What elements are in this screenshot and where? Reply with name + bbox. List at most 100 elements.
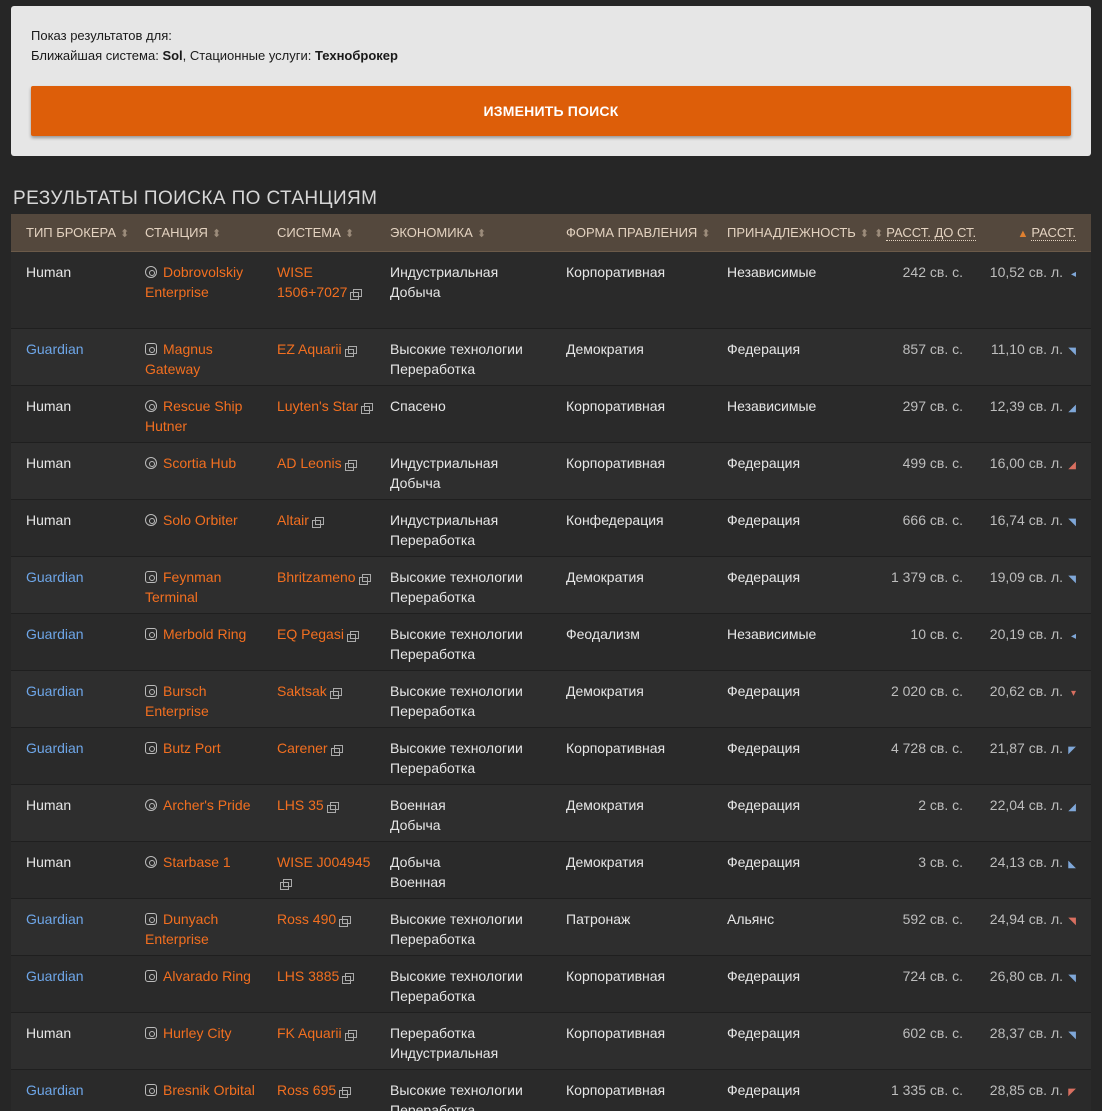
allegiance-cell: Федерация bbox=[727, 511, 801, 528]
col-header-economy[interactable]: ЭКОНОМИКА ⬍ bbox=[375, 214, 551, 252]
direction-icon: ◣ bbox=[1068, 858, 1076, 870]
table-row: Human Rescue Ship Hutner Luyten's Star Спас… bbox=[11, 385, 1091, 442]
station-link[interactable]: Starbase 1 bbox=[163, 854, 231, 870]
system-cell: FK Aquarii bbox=[262, 1012, 375, 1069]
dist-cell: 19,09 св. л. ◥ bbox=[978, 556, 1091, 613]
station-icon bbox=[145, 1083, 157, 1096]
copy-icon[interactable] bbox=[361, 402, 374, 414]
direction-icon: ◥ bbox=[1068, 345, 1076, 357]
station-link[interactable]: Merbold Ring bbox=[163, 626, 246, 642]
table-row: Guardian Dunyach Enterprise Ross 490 Высоки… bbox=[11, 898, 1091, 955]
system-link[interactable]: EQ Pegasi bbox=[277, 626, 344, 642]
government-cell: Демократия bbox=[566, 340, 644, 357]
dist-cell: 22,04 св. л. ◢ bbox=[978, 784, 1091, 841]
system-cell: Altair bbox=[262, 499, 375, 556]
economy-primary: Высокие технологии bbox=[390, 568, 523, 585]
station-cell: Archer's Pride bbox=[130, 784, 262, 841]
economy-cell: Высокие технологии Переработка bbox=[375, 1069, 551, 1111]
system-link[interactable]: Saktsak bbox=[277, 683, 327, 699]
system-link[interactable]: Ross 490 bbox=[277, 911, 336, 927]
allegiance-cell: Федерация bbox=[727, 853, 801, 870]
broker-type-cell: Guardian bbox=[26, 1081, 84, 1098]
system-link[interactable]: Carener bbox=[277, 740, 328, 756]
system-link[interactable]: Luyten's Star bbox=[277, 398, 358, 414]
system-cell: Saktsak bbox=[262, 670, 375, 727]
station-cell: Solo Orbiter bbox=[130, 499, 262, 556]
allegiance-cell: Независимые bbox=[727, 625, 817, 642]
direction-icon: ◂ bbox=[1070, 268, 1076, 280]
system-link[interactable]: Altair bbox=[277, 512, 309, 528]
station-link[interactable]: Scortia Hub bbox=[163, 455, 236, 471]
direction-icon: ◤ bbox=[1068, 744, 1076, 756]
copy-icon[interactable] bbox=[326, 801, 339, 813]
dist-star-cell: 242 св. с. bbox=[902, 263, 963, 280]
dist-cell: 16,00 св. л. ◢ bbox=[978, 442, 1091, 499]
system-link[interactable]: AD Leonis bbox=[277, 455, 342, 471]
broker-type-cell: Human bbox=[26, 397, 72, 414]
station-link[interactable]: Bresnik Orbital bbox=[163, 1082, 255, 1098]
copy-icon[interactable] bbox=[344, 345, 357, 357]
system-link[interactable]: EZ Aquarii bbox=[277, 341, 342, 357]
economy-secondary: Переработка bbox=[390, 360, 476, 377]
system-link[interactable]: WISE 1506+7027 bbox=[277, 264, 347, 300]
copy-icon[interactable] bbox=[339, 1086, 352, 1098]
system-link[interactable]: FK Aquarii bbox=[277, 1025, 342, 1041]
services-label: Стационные услуги: bbox=[189, 48, 312, 63]
copy-icon[interactable] bbox=[350, 288, 363, 300]
direction-icon: ◥ bbox=[1068, 972, 1076, 984]
col-header-system[interactable]: СИСТЕМА ⬍ bbox=[262, 214, 375, 252]
station-link[interactable]: Archer's Pride bbox=[163, 797, 250, 813]
col-header-allegiance[interactable]: ПРИНАДЛЕЖНОСТЬ ⬍ bbox=[712, 214, 869, 252]
system-link[interactable]: Bhritzameno bbox=[277, 569, 356, 585]
allegiance-cell: Федерация bbox=[727, 796, 801, 813]
station-cell: Merbold Ring bbox=[130, 613, 262, 670]
table-row: Human Dobrovolskiy Enterprise WISE 1506+70… bbox=[11, 251, 1091, 328]
system-link[interactable]: Ross 695 bbox=[277, 1082, 336, 1098]
economy-cell: Спасено bbox=[375, 385, 551, 442]
economy-cell: Добыча Военная bbox=[375, 841, 551, 898]
copy-icon[interactable] bbox=[339, 915, 352, 927]
col-header-government[interactable]: ФОРМА ПРАВЛЕНИЯ ⬍ bbox=[551, 214, 712, 252]
station-link[interactable]: Hurley City bbox=[163, 1025, 231, 1041]
dist-star-cell: 2 020 св. с. bbox=[890, 682, 963, 699]
direction-icon: ◂ bbox=[1070, 630, 1076, 642]
services-value: Техноброкер bbox=[315, 48, 398, 63]
economy-primary: Высокие технологии bbox=[390, 967, 523, 984]
economy-cell: Высокие технологии Переработка bbox=[375, 670, 551, 727]
station-link[interactable]: Rescue Ship Hutner bbox=[145, 398, 242, 434]
station-link[interactable]: Dobrovolskiy Enterprise bbox=[145, 264, 243, 300]
copy-icon[interactable] bbox=[342, 972, 355, 984]
station-link[interactable]: Solo Orbiter bbox=[163, 512, 238, 528]
copy-icon[interactable] bbox=[329, 687, 342, 699]
dist-star-cell: 4 728 св. с. bbox=[890, 739, 963, 756]
copy-icon[interactable] bbox=[344, 1029, 357, 1041]
copy-icon[interactable] bbox=[346, 630, 359, 642]
copy-icon[interactable] bbox=[358, 573, 371, 585]
broker-type-cell: Human bbox=[26, 263, 72, 280]
dist-star-cell: 666 св. с. bbox=[902, 511, 963, 528]
allegiance-cell: Федерация bbox=[727, 739, 801, 756]
col-header-broker[interactable]: ТИП БРОКЕРА ⬍ bbox=[11, 214, 130, 252]
system-link[interactable]: WISE J004945 bbox=[277, 854, 370, 870]
system-cell: Bhritzameno bbox=[262, 556, 375, 613]
station-link[interactable]: Alvarado Ring bbox=[163, 968, 251, 984]
copy-icon[interactable] bbox=[280, 878, 292, 890]
station-icon bbox=[145, 456, 157, 469]
change-search-button[interactable]: ИЗМЕНИТЬ ПОИСК bbox=[31, 86, 1071, 136]
station-link[interactable]: Butz Port bbox=[163, 740, 221, 756]
col-header-station[interactable]: СТАНЦИЯ ⬍ bbox=[130, 214, 262, 252]
economy-primary: Высокие технологии bbox=[390, 1081, 523, 1098]
col-header-dist-star[interactable]: ⬍ РАССТ. ДО СТ. bbox=[859, 214, 978, 252]
copy-icon[interactable] bbox=[330, 744, 343, 756]
copy-icon[interactable] bbox=[311, 516, 324, 528]
economy-primary: Спасено bbox=[390, 397, 446, 414]
economy-cell: Высокие технологии Переработка bbox=[375, 556, 551, 613]
dist-cell: 26,80 св. л. ◥ bbox=[978, 955, 1091, 1012]
system-link[interactable]: LHS 3885 bbox=[277, 968, 339, 984]
economy-primary: Индустриальная bbox=[390, 263, 499, 280]
copy-icon[interactable] bbox=[344, 459, 357, 471]
dist-star-cell: 2 св. с. bbox=[918, 796, 963, 813]
col-header-dist[interactable]: ▲ РАССТ. bbox=[978, 214, 1091, 252]
sort-icon: ⬍ bbox=[874, 227, 884, 240]
system-link[interactable]: LHS 35 bbox=[277, 797, 324, 813]
